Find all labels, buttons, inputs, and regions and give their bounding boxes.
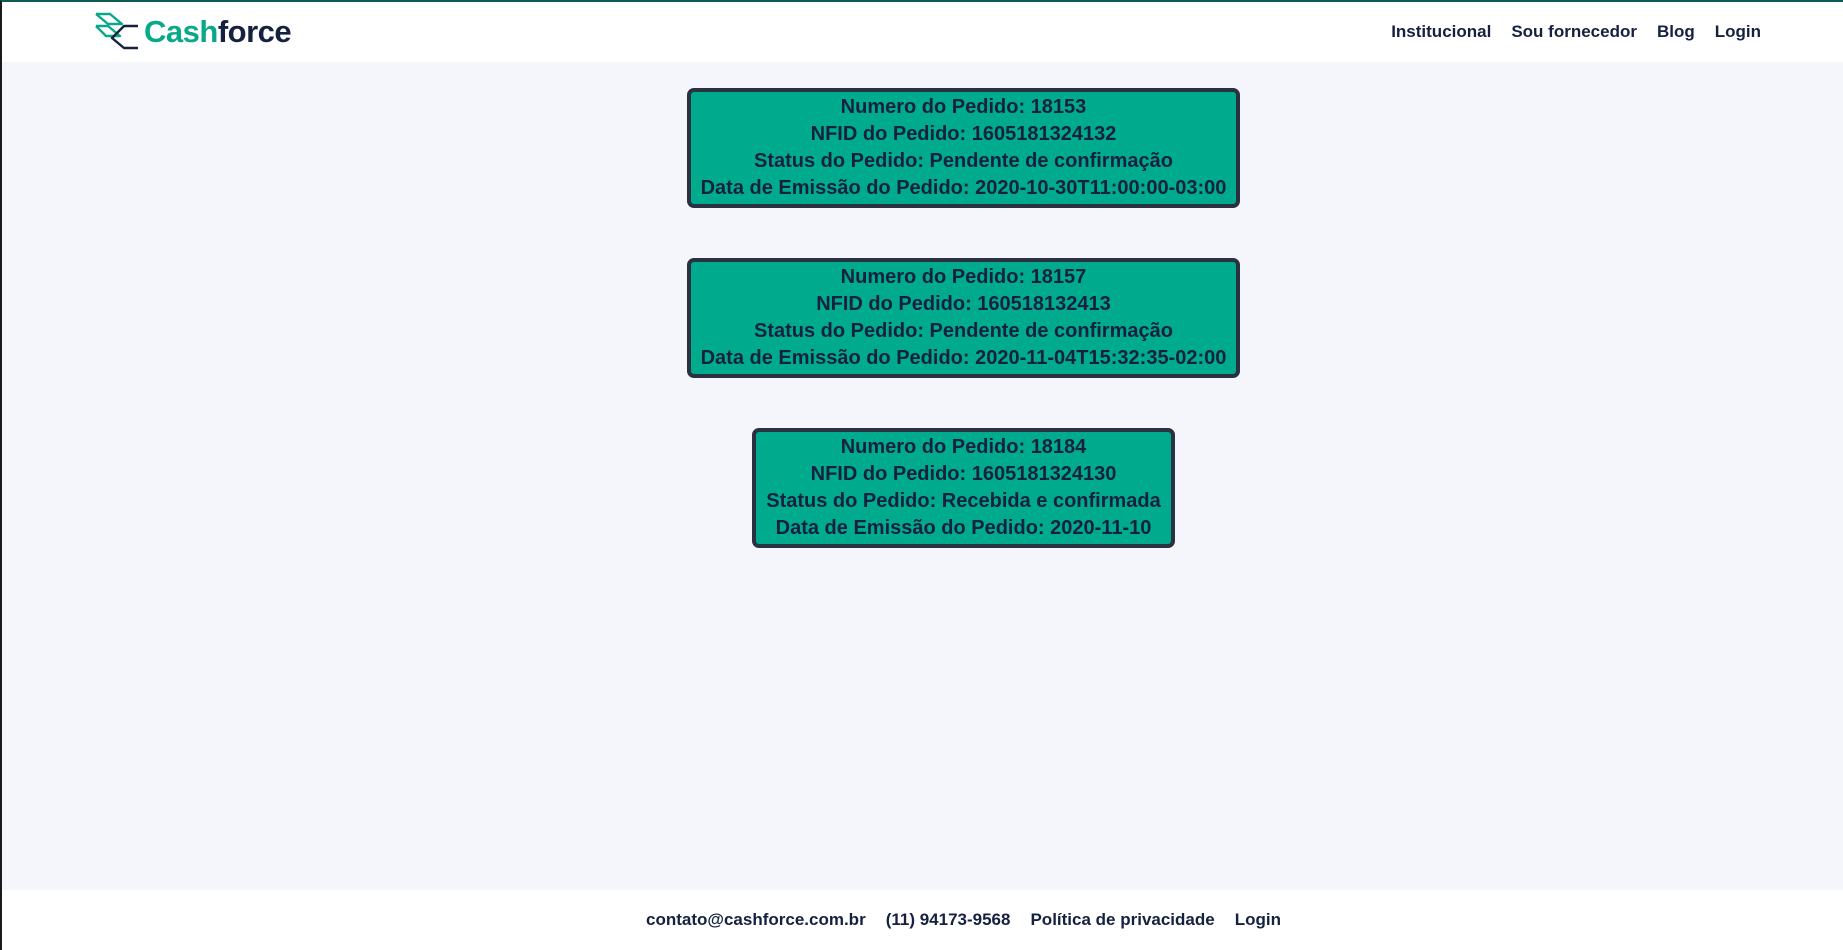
order-number: Numero do Pedido: 18184 [840,436,1087,458]
logo-text-force: force [217,13,292,49]
order-number: Numero do Pedido: 18153 [840,96,1087,118]
order-number: Numero do Pedido: 18157 [840,266,1087,288]
logo-wordmark: Cashforce [144,13,292,49]
order-nfid: NFID do Pedido: 160518132413 [816,293,1111,315]
order-card[interactable]: Numero do Pedido: 18153 NFID do Pedido: … [686,88,1241,208]
nav-link-blog[interactable]: Blog [1657,22,1695,42]
nav-link-sou-fornecedor[interactable]: Sou fornecedor [1511,22,1637,42]
order-emission-date: Data de Emissão do Pedido: 2020-11-04T15… [700,347,1227,369]
order-emission-date: Data de Emissão do Pedido: 2020-11-10 [775,517,1152,539]
nav-link-login[interactable]: Login [1715,22,1761,42]
order-status: Status do Pedido: Recebida e confirmada [766,490,1161,512]
orders-list: Numero do Pedido: 18153 NFID do Pedido: … [2,88,1843,548]
order-card[interactable]: Numero do Pedido: 18184 NFID do Pedido: … [752,428,1175,548]
footer-links: contato@cashforce.com.br (11) 94173-9568… [2,910,1843,930]
cashforce-chevron-logo-icon [94,12,140,50]
order-emission-date: Data de Emissão do Pedido: 2020-10-30T11… [700,177,1227,199]
order-nfid: NFID do Pedido: 1605181324130 [810,463,1117,485]
order-nfid: NFID do Pedido: 1605181324132 [810,123,1117,145]
site-header: Cashforce Institucional Sou fornecedor B… [2,2,1843,62]
order-card[interactable]: Numero do Pedido: 18157 NFID do Pedido: … [686,258,1241,378]
footer-email-link[interactable]: contato@cashforce.com.br [646,910,866,930]
cashforce-logo[interactable]: Cashforce [94,11,292,51]
footer-login-link[interactable]: Login [1235,910,1281,930]
nav-link-institucional[interactable]: Institucional [1391,22,1491,42]
footer-phone-link[interactable]: (11) 94173-9568 [886,910,1011,930]
order-status: Status do Pedido: Pendente de confirmaçã… [754,320,1173,342]
site-footer: contato@cashforce.com.br (11) 94173-9568… [2,890,1843,950]
order-status: Status do Pedido: Pendente de confirmaçã… [754,150,1173,172]
logo-text-cash: Cash [144,13,218,49]
top-nav: Institucional Sou fornecedor Blog Login [1391,22,1761,42]
footer-privacy-link[interactable]: Política de privacidade [1030,910,1214,930]
